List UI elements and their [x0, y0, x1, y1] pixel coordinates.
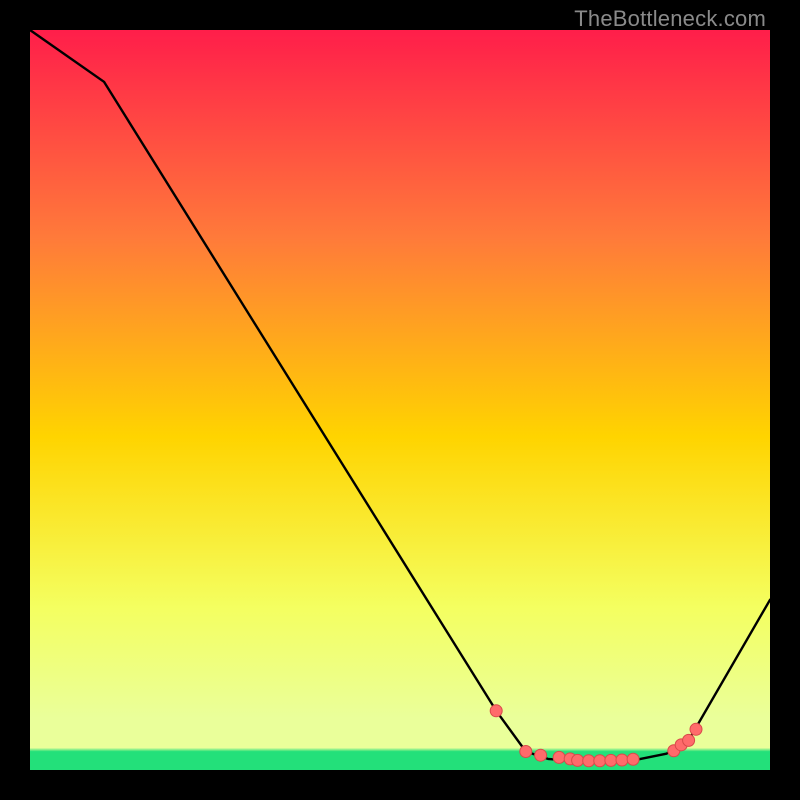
- marker-point: [583, 755, 595, 767]
- plot-area: [30, 30, 770, 770]
- marker-point: [683, 734, 695, 746]
- figure-frame: TheBottleneck.com: [0, 0, 800, 800]
- marker-point: [690, 723, 702, 735]
- marker-point: [520, 746, 532, 758]
- marker-point: [627, 753, 639, 765]
- marker-point: [594, 755, 606, 767]
- marker-point: [572, 754, 584, 766]
- marker-point: [535, 749, 547, 761]
- marker-point: [616, 754, 628, 766]
- chart-svg: [30, 30, 770, 770]
- marker-point: [553, 751, 565, 763]
- marker-point: [490, 705, 502, 717]
- marker-point: [605, 754, 617, 766]
- watermark-text: TheBottleneck.com: [574, 6, 766, 32]
